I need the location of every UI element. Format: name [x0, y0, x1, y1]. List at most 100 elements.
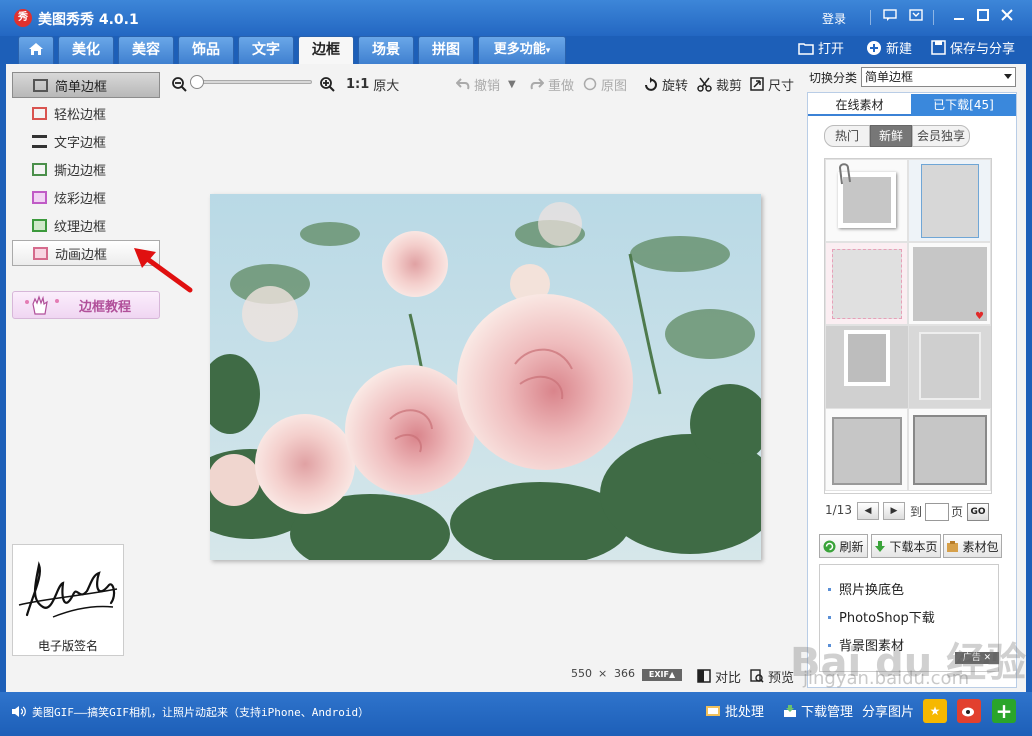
zoom-slider-thumb[interactable] — [190, 75, 204, 89]
subtab-vip[interactable]: 会员独享 — [912, 125, 970, 147]
tab-beautify[interactable]: 美化 — [58, 36, 114, 64]
weibo-icon[interactable] — [957, 699, 981, 723]
category-text-frame[interactable]: 文字边框 — [12, 128, 160, 154]
subtab-fresh[interactable]: 新鲜 — [870, 125, 912, 147]
tab-frame[interactable]: 边框 — [298, 36, 354, 65]
actual-size-button[interactable]: 1:1 原大 — [346, 73, 399, 95]
frame-thumbnail[interactable] — [825, 325, 908, 408]
subtab-hot[interactable]: 热门 — [824, 125, 870, 147]
open-button[interactable]: 打开 — [798, 38, 844, 57]
ad-link[interactable]: 照片换底色 — [828, 579, 904, 598]
app-title: 美图秀秀 4.0.1 — [38, 12, 139, 28]
ad-link[interactable]: PhotoShop下载 — [828, 607, 935, 626]
page-unit-label: 页 — [951, 505, 964, 519]
rotate-label: 旋转 — [662, 78, 689, 94]
save-icon — [930, 40, 946, 56]
qzone-star-icon[interactable]: ★ — [923, 699, 947, 723]
batch-process-label: 批处理 — [725, 705, 765, 720]
original-image-button[interactable]: 原图 — [583, 73, 627, 95]
category-label: 轻松边框 — [54, 107, 107, 123]
refresh-icon — [823, 540, 836, 552]
download-manager-label: 下载管理 — [801, 705, 854, 720]
size-label: 尺寸 — [768, 78, 795, 94]
skin-icon[interactable] — [907, 9, 925, 25]
rotate-icon — [645, 76, 657, 91]
compare-label: 对比 — [715, 670, 742, 686]
tab-text[interactable]: 文字 — [238, 36, 294, 64]
bullet-icon — [828, 588, 831, 591]
size-button[interactable]: 尺寸 — [750, 73, 794, 95]
share-picture-button[interactable]: 分享图片 — [862, 701, 914, 720]
download-manager-button[interactable]: 下载管理 — [783, 701, 853, 720]
close-icon[interactable] — [998, 9, 1016, 25]
exif-button[interactable]: EXIF▲ — [642, 669, 682, 681]
maximize-icon[interactable] — [974, 9, 992, 25]
refresh-button[interactable]: 刷新 — [819, 534, 868, 558]
frame-thumbnail[interactable] — [908, 325, 991, 408]
category-easy-frame[interactable]: 轻松边框 — [12, 100, 160, 126]
frame-thumbnail[interactable] — [908, 408, 991, 491]
crop-button[interactable]: 裁剪 — [697, 73, 742, 95]
preview-button[interactable]: 预览 — [750, 665, 794, 687]
rotate-button[interactable]: 旋转 — [643, 73, 688, 95]
compare-button[interactable]: 对比 — [697, 665, 741, 687]
go-button[interactable]: GO — [967, 503, 989, 521]
category-texture-frame[interactable]: 纹理边框 — [12, 212, 160, 238]
zoom-in-button[interactable] — [320, 73, 335, 95]
tab-home[interactable] — [18, 36, 54, 64]
tab-beauty[interactable]: 美容 — [118, 36, 174, 64]
undo-icon — [456, 78, 470, 90]
frame-thumbnail-grid: ♥ — [824, 158, 992, 494]
category-torn-frame[interactable]: 撕边边框 — [12, 156, 160, 182]
frame-thumbnail[interactable] — [825, 159, 908, 242]
status-message[interactable]: 美图GIF——搞笑GIF相机，让照片动起来（支持iPhone、Android） — [32, 704, 369, 720]
frame-thumbnail[interactable] — [825, 242, 908, 325]
ad-link-label: PhotoShop下载 — [839, 611, 935, 626]
tab-more[interactable]: 更多功能▾ — [478, 36, 566, 64]
zoom-slider-track[interactable] — [192, 80, 312, 84]
resize-icon — [750, 77, 764, 91]
message-icon[interactable] — [881, 9, 899, 25]
new-button[interactable]: 新建 — [866, 38, 912, 57]
frame-thumbnail[interactable]: ♥ — [908, 242, 991, 325]
plus-circle-icon — [866, 40, 882, 56]
undo-button[interactable]: 撤销 — [456, 73, 500, 95]
crop-label: 裁剪 — [716, 78, 743, 94]
tab-more-label: 更多功能 — [493, 42, 546, 57]
e-signature-card[interactable]: 电子版签名 — [12, 544, 124, 656]
image-height: 366 — [614, 667, 635, 680]
switch-category-label: 切换分类 — [809, 71, 858, 85]
minimize-icon[interactable] — [950, 9, 968, 25]
tab-accessories[interactable]: 饰品 — [178, 36, 234, 64]
category-colorful-frame[interactable]: 炫彩边框 — [12, 184, 160, 210]
frame-thumbnail[interactable] — [825, 408, 908, 491]
original-image-label: 原图 — [601, 78, 628, 94]
tab-scene[interactable]: 场景 — [358, 36, 414, 64]
next-arrow-icon: ▶ — [890, 506, 898, 516]
tab-downloaded[interactable]: 已下载[45] — [911, 94, 1016, 116]
batch-process-button[interactable]: 批处理 — [705, 701, 764, 720]
chevron-down-icon: ▾ — [545, 46, 551, 56]
frame-thumbnail[interactable] — [908, 159, 991, 242]
simple-frame-icon — [33, 78, 48, 92]
add-share-icon[interactable]: + — [992, 699, 1016, 723]
download-page-button[interactable]: 下载本页 — [871, 534, 941, 558]
undo-dropdown[interactable]: ▼ — [508, 73, 516, 95]
login-link[interactable]: 登录 — [822, 10, 846, 27]
zoom-out-button[interactable] — [172, 73, 187, 95]
redo-button[interactable]: 重做 — [530, 73, 574, 95]
redo-icon — [530, 78, 544, 90]
material-package-button[interactable]: 素材包 — [943, 534, 1002, 558]
category-simple-frame[interactable]: 简单边框 — [12, 72, 160, 98]
hand-icon — [25, 295, 59, 315]
tab-collage[interactable]: 拼图 — [418, 36, 474, 64]
page-number-input[interactable] — [925, 503, 949, 521]
edited-photo — [210, 194, 761, 560]
prev-page-button[interactable]: ◀ — [857, 502, 879, 520]
category-select[interactable]: 简单边框 — [861, 67, 1016, 87]
animated-frame-icon — [33, 246, 48, 260]
title-separator — [870, 10, 871, 25]
next-page-button[interactable]: ▶ — [883, 502, 905, 520]
save-share-button[interactable]: 保存与分享 — [930, 38, 1015, 57]
tab-online-materials[interactable]: 在线素材 — [808, 94, 911, 116]
